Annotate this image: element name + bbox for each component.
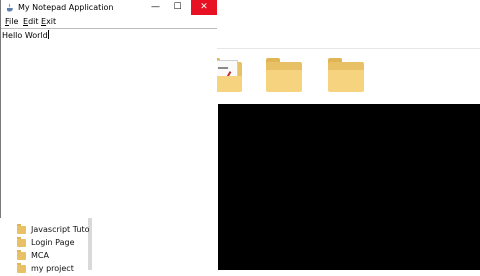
menu-label: xit <box>46 17 57 26</box>
java-app-icon <box>7 3 14 12</box>
folder-icon <box>17 250 26 260</box>
menu-file[interactable]: File <box>5 16 18 27</box>
navigation-tree: Javascript Tuto Login Page MCA my projec… <box>0 218 90 273</box>
text-caret <box>47 30 49 39</box>
menu-edit[interactable]: Edit <box>23 16 39 27</box>
editor-text: Hello World <box>2 31 48 40</box>
content-preview-area <box>218 104 480 270</box>
tree-item-label: MCA <box>31 251 49 260</box>
close-button[interactable]: ✕ <box>191 0 217 15</box>
tree-item-label: my project <box>31 264 74 273</box>
minimize-button[interactable]: — <box>145 0 166 15</box>
menu-label: dit <box>28 17 39 26</box>
title-bar[interactable]: My Notepad Application — ☐ ✕ <box>1 0 217 15</box>
text-editor-area[interactable]: Hello World <box>1 28 217 218</box>
folder-icon <box>17 263 26 273</box>
editor-content: Hello World <box>2 30 49 41</box>
menu-bar: File Edit Exit <box>1 15 217 28</box>
window-title: My Notepad Application <box>18 3 114 12</box>
menu-label: ile <box>9 17 19 26</box>
folder-icon[interactable] <box>266 56 302 92</box>
maximize-button[interactable]: ☐ <box>167 0 188 15</box>
tree-item-label: Javascript Tuto <box>31 225 90 234</box>
menu-exit[interactable]: Exit <box>41 16 56 27</box>
folder-icon <box>17 237 26 247</box>
tree-item-label: Login Page <box>31 238 75 247</box>
notepad-window: My Notepad Application — ☐ ✕ File Edit E… <box>0 0 217 218</box>
folder-icon[interactable] <box>328 56 364 92</box>
folder-icon <box>17 224 26 234</box>
